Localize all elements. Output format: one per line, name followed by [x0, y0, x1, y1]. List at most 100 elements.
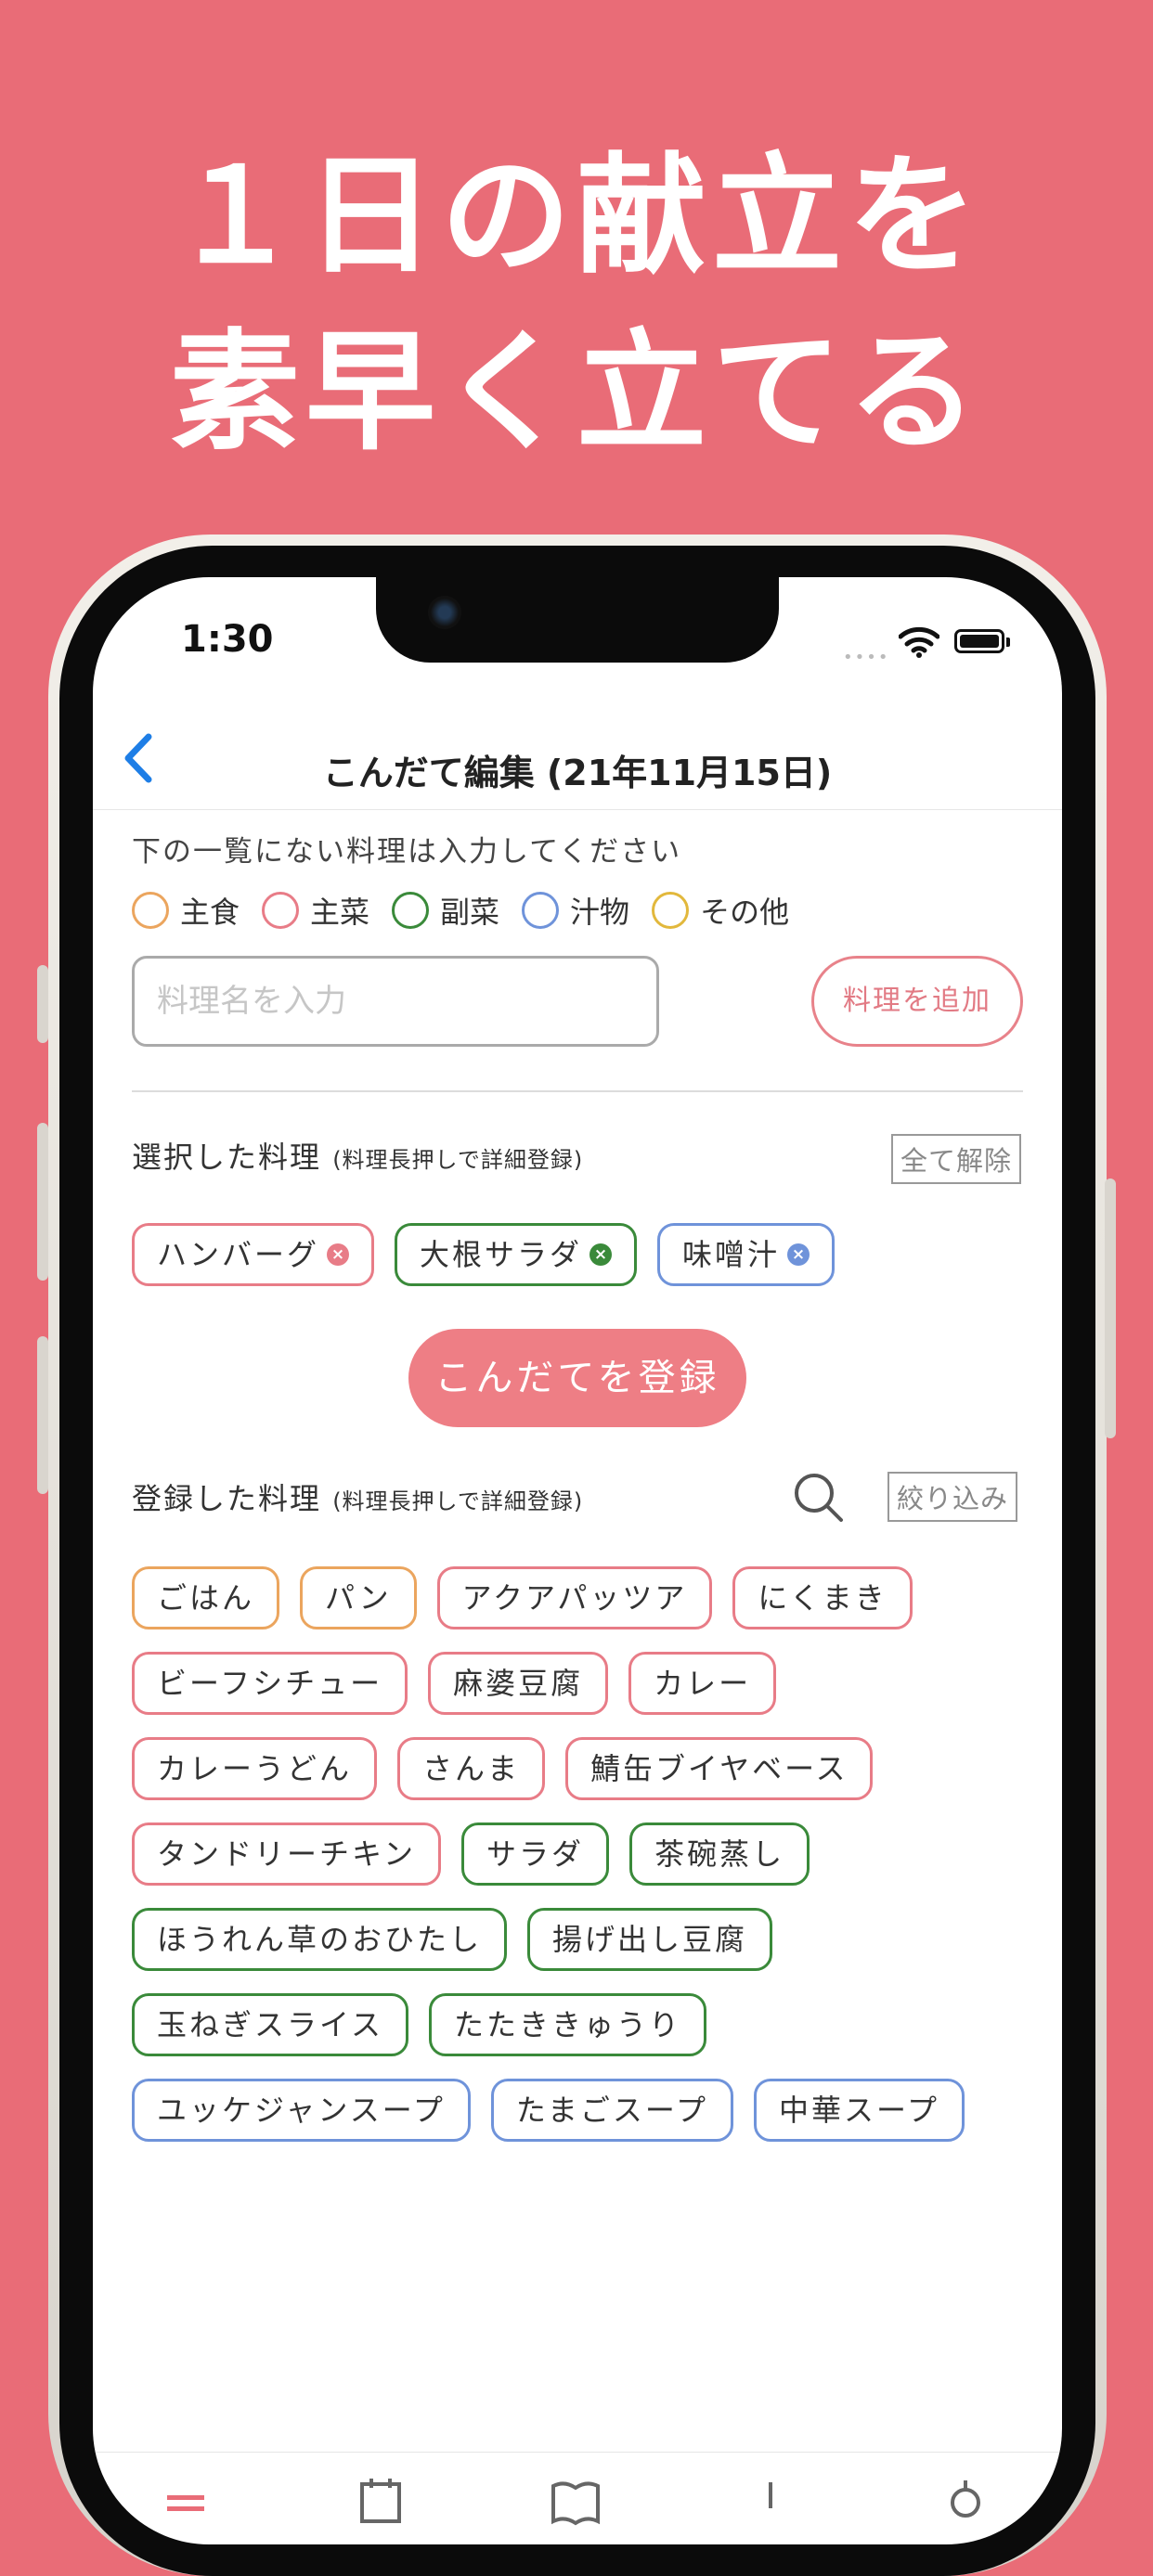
- side-button-volume-down: [37, 1336, 48, 1494]
- selected-chip-label: 味噌汁: [682, 1237, 781, 1272]
- book-icon[interactable]: [548, 2471, 603, 2527]
- category-radio[interactable]: 主食: [132, 889, 240, 932]
- gear-icon[interactable]: [938, 2471, 993, 2527]
- registered-chip[interactable]: にくまき: [732, 1566, 913, 1629]
- registered-chip-label: カレーうどん: [157, 1751, 353, 1786]
- category-radio[interactable]: その他: [652, 889, 789, 932]
- registered-chip-label: サラダ: [486, 1836, 585, 1872]
- selected-note-text: (料理長押しで詳細登録): [332, 1147, 584, 1173]
- registered-note-text: (料理長押しで詳細登録): [332, 1488, 584, 1514]
- radio-circle-icon: [392, 892, 430, 929]
- search-icon[interactable]: [791, 1470, 847, 1526]
- category-label: その他: [700, 895, 790, 930]
- selected-chip[interactable]: ハンバーグ ×: [132, 1223, 375, 1286]
- registered-chip[interactable]: サラダ: [461, 1823, 610, 1886]
- side-button-mute: [37, 965, 48, 1043]
- selected-dish-list: ハンバーグ × 大根サラダ × 味噌汁 ×: [132, 1223, 1042, 1308]
- category-radio-group: 主食 主菜 副菜 汁物 その他: [132, 889, 811, 932]
- registered-chip[interactable]: 玉ねぎスライス: [132, 1993, 409, 2056]
- headline-line-1: １日の献立を: [169, 141, 983, 292]
- category-radio[interactable]: 汁物: [522, 889, 629, 932]
- registered-chip[interactable]: 麻婆豆腐: [428, 1652, 609, 1715]
- filter-button[interactable]: 絞り込み: [887, 1472, 1018, 1522]
- registered-chip[interactable]: アクアパッツア: [436, 1566, 713, 1629]
- registered-chip[interactable]: ユッケジャンスープ: [132, 2079, 471, 2142]
- menu-icon[interactable]: [158, 2471, 214, 2527]
- registered-chip-label: カレー: [654, 1666, 752, 1701]
- category-label: 主菜: [310, 895, 370, 930]
- remove-icon[interactable]: ×: [589, 1243, 613, 1266]
- registered-section-title: 登録した料理 (料理長押しで詳細登録): [132, 1475, 583, 1518]
- headline-line-2: 素早く立てる: [169, 317, 983, 469]
- registered-chip-label: にくまき: [758, 1580, 887, 1616]
- dish-name-input[interactable]: 料理名を入力: [132, 956, 659, 1047]
- category-radio[interactable]: 副菜: [392, 889, 499, 932]
- registered-chip-label: ビーフシチュー: [157, 1666, 383, 1701]
- phone-screen: 1:30 •••• こんだて編集 (21年11月15日) 下の一覧にない料理は入…: [93, 577, 1062, 2544]
- list-icon[interactable]: [743, 2471, 798, 2527]
- registered-dish-list: ごはん パン アクアパッツア にくまきビーフシチュー 麻婆豆腐 カレーカレーうどん さんま 鯖…: [132, 1566, 1042, 2164]
- registered-chip[interactable]: タンドリーチキン: [132, 1823, 442, 1886]
- registered-chip-label: タンドリーチキン: [157, 1836, 417, 1872]
- category-label: 副菜: [440, 895, 500, 930]
- registered-chip[interactable]: 中華スープ: [753, 2079, 965, 2142]
- registered-chip-label: パン: [325, 1580, 392, 1616]
- registered-chip[interactable]: ほうれん草のおひたし: [132, 1908, 508, 1971]
- registered-chip[interactable]: パン: [300, 1566, 417, 1629]
- page-title: こんだて編集 (21年11月15日): [322, 753, 833, 793]
- registered-chip[interactable]: カレーうどん: [132, 1737, 378, 1800]
- calendar-icon[interactable]: [353, 2471, 408, 2527]
- registered-chip-label: ほうれん草のおひたし: [157, 1922, 483, 1957]
- input-hint: 下の一覧にない料理は入力してください: [132, 835, 682, 869]
- selected-section-title: 選択した料理 (料理長押しで詳細登録): [132, 1134, 583, 1177]
- divider: [132, 1090, 1023, 1092]
- registered-chip-label: さんま: [422, 1751, 521, 1786]
- registered-chip-label: アクアパッツア: [461, 1580, 688, 1616]
- registered-chip[interactable]: 鯖缶ブイヤベース: [565, 1737, 874, 1800]
- status-time: 1:30: [181, 618, 274, 661]
- registered-chip[interactable]: ビーフシチュー: [132, 1652, 408, 1715]
- registered-title-text: 登録した料理: [132, 1481, 322, 1516]
- registered-chip-label: たたききゅうり: [454, 2007, 682, 2042]
- registered-chip-label: 揚げ出し豆腐: [552, 1922, 748, 1957]
- registered-chip[interactable]: 揚げ出し豆腐: [527, 1908, 773, 1971]
- remove-icon[interactable]: ×: [327, 1243, 350, 1266]
- registered-chip-label: 鯖缶ブイヤベース: [590, 1751, 849, 1786]
- side-button-volume-up: [37, 1123, 48, 1281]
- category-label: 汁物: [570, 895, 630, 930]
- registered-chip[interactable]: たまごスープ: [490, 2079, 733, 2142]
- side-button-power: [1105, 1179, 1116, 1438]
- registered-chip[interactable]: さんま: [397, 1737, 546, 1800]
- selected-chip-label: 大根サラダ: [420, 1237, 583, 1272]
- cellular-signal-icon: ••••: [843, 648, 890, 667]
- registered-chip-label: 麻婆豆腐: [453, 1666, 584, 1701]
- tab-bar: [93, 2452, 1062, 2544]
- radio-circle-icon: [652, 892, 690, 929]
- registered-chip-label: 中華スープ: [778, 2093, 940, 2128]
- registered-chip[interactable]: たたききゅうり: [429, 1993, 707, 2056]
- add-dish-button[interactable]: 料理を追加: [811, 956, 1023, 1047]
- selected-chip-label: ハンバーグ: [157, 1237, 320, 1272]
- clear-all-button[interactable]: 全て解除: [891, 1134, 1022, 1184]
- category-radio[interactable]: 主菜: [262, 889, 369, 932]
- registered-chip[interactable]: ごはん: [132, 1566, 280, 1629]
- registered-chip-label: 玉ねぎスライス: [157, 2007, 384, 2042]
- registered-chip-label: ユッケジャンスープ: [157, 2093, 446, 2128]
- register-menu-button[interactable]: こんだてを登録: [408, 1329, 746, 1427]
- registered-chip-label: ごはん: [157, 1580, 255, 1616]
- registered-chip[interactable]: 茶碗蒸し: [629, 1823, 810, 1886]
- radio-circle-icon: [132, 892, 169, 929]
- registered-chip-label: 茶碗蒸し: [654, 1836, 785, 1872]
- notch: [376, 577, 779, 663]
- remove-icon[interactable]: ×: [787, 1243, 810, 1266]
- selected-chip[interactable]: 大根サラダ ×: [395, 1223, 638, 1286]
- radio-circle-icon: [522, 892, 560, 929]
- front-camera: [428, 596, 461, 629]
- radio-circle-icon: [262, 892, 300, 929]
- wifi-icon: [899, 626, 939, 658]
- selected-chip[interactable]: 味噌汁 ×: [657, 1223, 836, 1286]
- category-label: 主食: [180, 895, 240, 930]
- navigation-bar: こんだて編集 (21年11月15日): [93, 707, 1062, 810]
- battery-icon: [954, 629, 1010, 653]
- registered-chip[interactable]: カレー: [628, 1652, 777, 1715]
